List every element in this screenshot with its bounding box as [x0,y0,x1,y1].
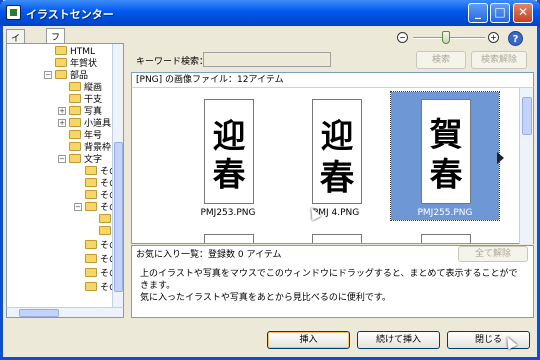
folder-icon [85,202,97,211]
help-icon[interactable]: ? [508,31,523,46]
folder-icon [55,58,67,67]
close-button[interactable]: 閉じる [447,331,530,349]
folder-icon [85,282,97,291]
insert-continue-button[interactable]: 続けて挿入 [357,331,440,349]
file-name: PMJ255.PNG [417,208,473,218]
folder-icon [85,190,97,199]
tree-horizontal-scrollbar[interactable] [6,307,124,318]
thumbnail[interactable]: 賀 春 [421,99,471,204]
app-icon [6,5,21,20]
thumbnail-partial[interactable] [204,234,254,243]
clear-all-favorites-button[interactable]: 全て解除 [458,246,528,262]
minimize-button[interactable]: _ [468,3,488,23]
tree-item-background[interactable]: 背景枠 [69,142,111,153]
folder-icon [69,106,81,115]
folder-icon [85,240,97,249]
zoom-in-icon[interactable]: + [488,32,499,43]
file-name: PMJ253.PNG [200,208,256,218]
tree-item-era[interactable]: 年号 [69,130,102,141]
collapse-icon[interactable]: − [58,155,66,163]
tree-item-props[interactable]: 小道具 [69,118,111,129]
folder-icon [69,130,81,139]
result-item-selected[interactable]: 賀 春 PMJ255.PNG [390,91,500,221]
svg-text:迎: 迎 [213,116,246,155]
zoom-knob[interactable] [442,31,450,44]
folder-icon [85,166,97,175]
tree-item-tategaki[interactable]: 縦画 [69,82,102,93]
scroll-thumb[interactable] [19,309,59,317]
svg-text:迎: 迎 [321,116,354,155]
tree-item-photo[interactable]: 写真 [69,106,102,117]
folder-icon [85,268,97,277]
expand-icon[interactable]: + [58,107,66,115]
svg-text:春: 春 [320,158,355,198]
folder-icon [69,142,81,151]
next-arrow-icon[interactable] [497,152,504,164]
clear-search-button[interactable]: 検索解除 [471,51,527,69]
favorites-help-line2: 気に入ったイラストや写真をあとから見比べるのに便利です。 [140,293,391,303]
results-header: [PNG] の画像ファイル：12アイテム [131,72,534,88]
svg-text:春: 春 [213,155,246,194]
favorites-count: お気に入り一覧：登録数 0 アイテム [136,250,282,260]
scroll-thumb[interactable] [522,97,532,135]
svg-text:賀: 賀 [430,114,463,153]
scroll-thumb[interactable] [114,142,123,292]
favorites-drop-area[interactable]: 上のイラストや写真をマウスでこのウィンドウにドラッグすると、まとめて表示すること… [131,264,534,318]
close-window-button[interactable]: ✕ [513,3,533,23]
tree-vertical-scrollbar[interactable] [112,44,123,317]
collapse-icon[interactable]: − [44,71,52,79]
window-title: イラストセンター [26,8,114,21]
maximize-button[interactable]: □ [490,3,510,23]
svg-text:春: 春 [430,155,463,194]
thumbnail[interactable]: 迎 春 [312,99,362,204]
tab-illustration[interactable]: イラスト [6,29,26,83]
zoom-slider[interactable]: − + [397,31,503,45]
tree-item-moji[interactable]: 文字 [69,154,102,165]
search-button[interactable]: 検索 [416,51,466,69]
brush-kanji-image: 迎 春 [213,116,246,194]
title-bar[interactable]: イラストセンター _ □ ✕ [0,0,540,26]
collapse-icon[interactable]: − [74,203,82,211]
keyword-search-label: キーワード検索： [136,57,209,67]
insert-button[interactable]: 挿入 [267,331,350,349]
folder-icon [69,94,81,103]
brush-kanji-image: 迎 春 [320,116,355,198]
tree-item-parts[interactable]: 部品 [55,70,88,81]
folder-icon [85,254,97,263]
folder-icon [69,154,81,163]
folder-icon [99,226,111,235]
folder-icon [85,178,97,187]
thumbnail-partial[interactable] [312,234,362,243]
tree-item-eto[interactable]: 干支 [69,94,102,105]
folder-icon [99,214,111,223]
zoom-out-icon[interactable]: − [397,32,408,43]
folder-icon [55,46,67,55]
expand-icon[interactable]: + [58,119,66,127]
favorites-help-line1: 上のイラストや写真をマウスでこのウィンドウにドラッグすると、まとめて表示すること… [140,269,518,291]
tab-folder[interactable]: フォルダ [46,28,66,82]
tree-item-nengajo[interactable]: 年賀状 [55,58,97,69]
keyword-search-input[interactable] [203,52,331,67]
thumbnail[interactable]: 迎 春 [204,99,254,204]
file-name: PMJ 4.PNG [312,208,360,218]
folder-icon [55,70,67,79]
result-item[interactable]: 迎 春 PMJ 4.PNG [282,88,390,220]
folder-icon [69,118,81,127]
result-item[interactable]: 迎 春 PMJ253.PNG [174,88,282,220]
results-scrollbar[interactable] [519,88,533,244]
folder-icon [69,82,81,91]
brush-kanji-image: 賀 春 [430,114,463,194]
folder-tree[interactable]: HTML 年賀状 − 部品 縦画 干支 + 写真 + 小道具 年号 背景枠 − … [6,43,124,318]
results-grid[interactable]: 迎 春 PMJ253.PNG 迎 春 PMJ 4.PNG 賀 春 PMJ255.… [131,88,534,244]
thumbnail-partial[interactable] [421,234,471,243]
tree-item-html[interactable]: HTML [55,46,95,57]
